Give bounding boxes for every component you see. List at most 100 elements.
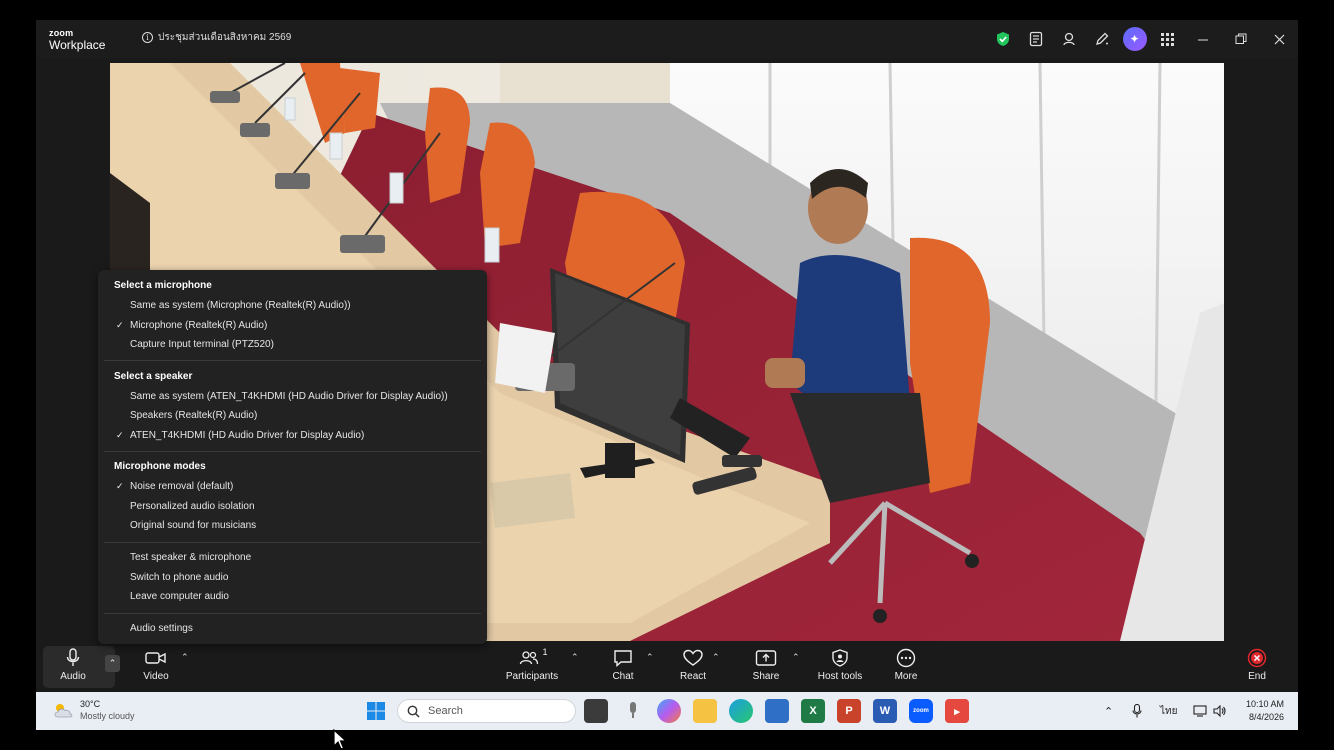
speaker-selected-checkmark: ✓ [116,430,124,440]
meeting-toolbar: Audio ⌃ Video ⌃ 1 Participants ⌃ Chat ⌃ … [36,642,1298,692]
info-icon[interactable]: i [142,32,153,43]
share-label: Share [752,671,780,682]
mic-option-same-as-system[interactable]: Same as system (Microphone (Realtek(R) A… [130,300,351,311]
weather-widget[interactable]: 30°C Mostly cloudy [52,698,135,722]
search-icon [407,705,420,718]
edge-browser-icon[interactable] [729,699,753,723]
microphone-modes-heading: Microphone modes [114,461,206,472]
chat-button[interactable]: Chat [606,646,640,688]
chat-bubble-icon [613,646,633,670]
end-label: End [1248,671,1266,682]
screen: zoom Workplace i ประชุมส่วนเดือนสิงหาคม … [0,0,1334,750]
camera-control-icon[interactable] [1052,20,1085,58]
annotate-pen-icon[interactable] [1085,20,1118,58]
video-options-caret[interactable]: ⌃ [181,652,189,663]
security-shield-icon[interactable] [986,20,1019,58]
ai-companion-icon[interactable]: ✦ [1118,20,1151,58]
taskbar-search[interactable]: Search [397,699,576,723]
audio-options-menu: Select a microphone Same as system (Micr… [98,270,487,644]
host-tools-button[interactable]: Host tools [812,646,868,688]
zoom-logo: zoom Workplace [49,28,105,51]
word-icon[interactable]: W [873,699,897,723]
more-button[interactable]: More [888,646,924,688]
share-screen-icon [755,646,777,670]
audio-button[interactable]: Audio ⌃ [43,646,120,688]
react-button[interactable]: React [676,646,710,688]
microphone-app-icon[interactable] [621,699,645,723]
switch-phone-audio-item[interactable]: Switch to phone audio [130,572,228,583]
meeting-title: ประชุมส่วนเดือนสิงหาคม 2569 [158,32,292,43]
title-bar: zoom Workplace i ประชุมส่วนเดือนสิงหาคม … [36,20,1298,58]
speaker-option-realtek[interactable]: Speakers (Realtek(R) Audio) [130,410,257,421]
menu-divider [104,360,481,361]
windows-logo-icon [367,702,385,720]
participants-button[interactable]: 1 Participants [502,646,562,688]
clock-date: 8/4/2026 [1248,712,1284,722]
chat-label: Chat [612,671,634,682]
mode-personalized-isolation[interactable]: Personalized audio isolation [130,501,255,512]
host-shield-icon [832,646,848,670]
share-options-caret[interactable]: ⌃ [792,652,800,663]
meeting-info[interactable]: i ประชุมส่วนเดือนสิงหาคม 2569 [142,30,291,45]
audio-options-caret[interactable]: ⌃ [105,655,120,672]
weather-condition: Mostly cloudy [80,711,135,721]
powerpoint-icon[interactable]: P [837,699,861,723]
menu-divider [104,613,481,614]
microphone-icon [66,646,80,670]
end-x-icon [1247,646,1267,670]
remote-app-icon[interactable]: ▸ [945,699,969,723]
logo-line1: zoom [49,28,74,38]
copilot-icon[interactable] [657,699,681,723]
mode-original-sound[interactable]: Original sound for musicians [130,520,256,531]
menu-divider [104,542,481,543]
search-placeholder: Search [428,705,463,717]
speaker-option-same-as-system[interactable]: Same as system (ATEN_T4KHDMI (HD Audio D… [130,391,448,402]
share-button[interactable]: Share [748,646,784,688]
mouse-cursor-icon [333,729,348,750]
close-icon[interactable] [1260,20,1298,58]
store-icon[interactable] [765,699,789,723]
audio-label: Audio [60,671,86,682]
volume-icon[interactable] [1213,692,1227,730]
restore-icon[interactable] [1222,20,1260,58]
clock[interactable]: 10:10 AM 8/4/2026 [1246,698,1284,724]
excel-icon[interactable]: X [801,699,825,723]
speaker-option-aten[interactable]: ATEN_T4KHDMI (HD Audio Driver for Displa… [130,430,364,441]
react-options-caret[interactable]: ⌃ [712,652,720,663]
mic-option-realtek[interactable]: Microphone (Realtek(R) Audio) [130,320,267,331]
select-microphone-heading: Select a microphone [114,280,212,291]
test-speaker-mic-item[interactable]: Test speaker & microphone [130,552,251,563]
zoom-app-icon[interactable]: zoom [909,699,933,723]
react-label: React [679,671,707,682]
start-button[interactable] [364,699,388,723]
more-label: More [894,671,918,682]
chat-options-caret[interactable]: ⌃ [646,652,654,663]
heart-icon [683,646,703,670]
more-dots-icon [896,646,916,670]
select-speaker-heading: Select a speaker [114,371,193,382]
tray-microphone-icon[interactable] [1132,692,1142,730]
mic-option-ptz520[interactable]: Capture Input terminal (PTZ520) [130,339,274,350]
task-view-icon[interactable] [584,699,608,723]
video-label: Video [143,671,169,682]
title-bar-icons: ✦ [986,20,1298,58]
mode-selected-checkmark: ✓ [116,481,124,491]
windows-taskbar: 30°C Mostly cloudy Search X P W zoom ▸ ⌃… [36,692,1298,730]
video-button[interactable]: Video [136,646,176,688]
file-explorer-icon[interactable] [693,699,717,723]
menu-divider [104,451,481,452]
participants-options-caret[interactable]: ⌃ [571,652,579,663]
leave-computer-audio-item[interactable]: Leave computer audio [130,591,229,602]
notes-icon[interactable] [1019,20,1052,58]
end-meeting-button[interactable]: End [1242,646,1272,688]
mic-selected-checkmark: ✓ [116,320,124,330]
network-icon[interactable] [1193,692,1207,730]
apps-grid-icon[interactable] [1151,20,1184,58]
participants-count: 1 [542,647,548,657]
minimize-icon[interactable] [1184,20,1222,58]
mode-noise-removal[interactable]: Noise removal (default) [130,481,233,492]
host-tools-label: Host tools [817,671,863,682]
audio-settings-item[interactable]: Audio settings [130,623,193,634]
show-hidden-icons-icon[interactable]: ⌃ [1104,692,1113,730]
language-indicator[interactable]: ไทย [1160,692,1177,730]
